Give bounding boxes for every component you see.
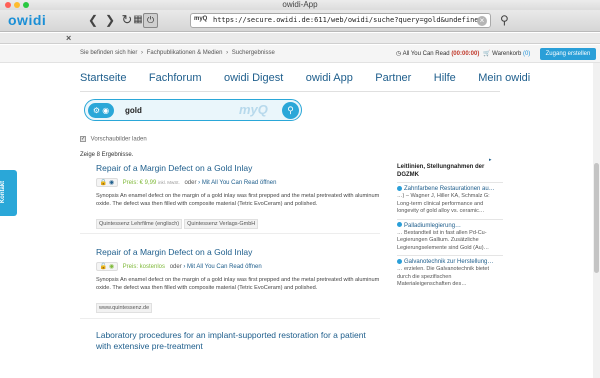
preview-checkbox[interactable]: ✓ <box>80 136 86 142</box>
or-text: oder <box>184 180 197 187</box>
preview-label: Vorschaubilder laden <box>90 136 147 143</box>
result-count: Zeige 8 Ergebnisse. <box>80 152 134 158</box>
contact-tab[interactable]: Kontakt <box>0 170 17 216</box>
panel-arrow-icon[interactable]: ▸ <box>489 157 492 163</box>
search-result: Repair of a Margin Defect on a Gold Inla… <box>96 163 381 230</box>
url-bar[interactable]: myQ https://secure.owidi.de:611/web/owid… <box>190 13 491 28</box>
breadcrumb-item: Sie befinden sich hier <box>80 50 138 56</box>
nav-item-owidi-app[interactable]: owidi App <box>306 72 353 84</box>
result-price: Preis: kostenlos <box>122 264 166 271</box>
result-title-link[interactable]: Laboratory procedures for an implant-sup… <box>96 330 381 352</box>
forward-icon[interactable]: ❯ <box>103 13 117 27</box>
open-with-ycr-link[interactable]: › Mit All You Can Read öffnen <box>198 180 276 186</box>
url-text[interactable]: https://secure.owidi.de:611/web/owidi/su… <box>213 16 483 24</box>
create-account-button[interactable]: Zugang erstellen <box>540 48 596 60</box>
clear-url-icon[interactable]: × <box>477 16 487 26</box>
guideline-title[interactable]: Palladiumlegierung… <box>404 223 461 229</box>
breadcrumb: Sie befinden sich hier › Fachpublikation… <box>80 50 275 56</box>
guideline-title[interactable]: Zahnfarbene Restaurationen au… <box>404 186 495 192</box>
breadcrumb-item[interactable]: Fachpublikationen & Medien <box>147 50 223 56</box>
search-settings-icon[interactable]: ⚙ ◉ <box>88 103 114 118</box>
nav-item-fachforum[interactable]: Fachforum <box>149 72 202 84</box>
cart-link[interactable]: 🛒 Warenkorb (0) <box>483 50 530 57</box>
nav-item-hilfe[interactable]: Hilfe <box>434 72 456 84</box>
bullet-icon <box>397 185 402 191</box>
guideline-item[interactable]: Zahnfarbene Restaurationen au… …) – Wagn… <box>397 182 503 216</box>
result-title-link[interactable]: Repair of a Margin Defect on a Gold Inla… <box>96 247 381 258</box>
tab-strip: × <box>0 33 600 44</box>
bullet-icon <box>397 258 402 264</box>
result-divider <box>80 318 380 319</box>
guideline-item[interactable]: Galvanotechnik zur Herstellung… … erziel… <box>397 255 503 289</box>
search-submit-icon[interactable]: ⚲ <box>282 102 299 119</box>
bullet-icon <box>397 222 402 228</box>
result-tag[interactable]: Quintessenz Lehrfilme (englisch) <box>96 219 183 229</box>
search-box: ⚙ ◉ myQ ⚲ <box>84 99 302 121</box>
nav-item-owidi-digest[interactable]: owidi Digest <box>224 72 283 84</box>
cart-icon: 🛒 <box>483 51 491 57</box>
all-you-can-read-link[interactable]: ◷ All You Can Read (00:00:00) <box>396 50 479 57</box>
result-price: Preis: € 9,99 inkl. MwSt. <box>122 180 180 187</box>
ycr-counter: (00:00:00) <box>451 51 480 57</box>
back-icon[interactable]: ❮ <box>86 13 100 27</box>
result-tags: www.quintessenz.de <box>96 296 381 314</box>
scrollbar-thumb[interactable] <box>594 163 599 273</box>
browser-toolbar: owidi ❮ ❯ ↻ ▦ ⏻ myQ https://secure.owidi… <box>0 10 600 32</box>
window-title: owidi-App <box>282 0 318 9</box>
close-tab-icon[interactable]: × <box>66 33 71 43</box>
clock-icon: ◷ <box>396 51 402 57</box>
search-icon[interactable]: ⚲ <box>500 13 509 27</box>
guideline-title[interactable]: Galvanotechnik zur Herstellung… <box>404 259 493 265</box>
power-icon[interactable]: ⏻ <box>143 13 158 28</box>
nav-item-startseite[interactable]: Startseite <box>80 72 126 84</box>
guideline-snippet: …) – Wagner J, Hiller KA, Schmalz G: Lon… <box>397 193 490 214</box>
owidi-logo[interactable]: owidi <box>8 12 46 28</box>
cart-label: Warenkorb <box>492 51 522 57</box>
search-result: Laboratory procedures for an implant-sup… <box>96 330 381 352</box>
or-text: oder <box>169 264 182 271</box>
guideline-item[interactable]: Palladiumlegierung… … Bestandteil ist in… <box>397 218 503 253</box>
result-abstract: Synopsis An enamel defect on the margin … <box>96 193 380 207</box>
breadcrumb-separator: › <box>141 50 144 56</box>
myq-logo: myQ <box>239 102 268 117</box>
nav-item-mein-owidi[interactable]: Mein owidi <box>478 72 530 84</box>
search-result: Repair of a Margin Defect on a Gold Inla… <box>96 247 381 314</box>
breadcrumb-separator: › <box>226 50 229 56</box>
result-divider <box>80 233 380 234</box>
search-input[interactable] <box>125 104 245 117</box>
close-window-button[interactable] <box>5 2 11 8</box>
page-scrollbar[interactable] <box>593 63 600 378</box>
minimize-window-button[interactable] <box>14 2 20 8</box>
main-nav: Startseite Fachforum owidi Digest owidi … <box>80 68 548 86</box>
result-tag[interactable]: Quintessenz Verlags-GmbH <box>184 219 259 229</box>
contact-tab-label: Kontakt <box>0 180 7 204</box>
guideline-snippet: … erzielen. Die Galvanotechnik bietet du… <box>397 266 490 287</box>
cart-count: (0) <box>522 51 531 57</box>
result-tag[interactable]: www.quintessenz.de <box>96 303 153 313</box>
preview-toggle[interactable]: ✓ Vorschaubilder laden <box>80 136 147 143</box>
related-guidelines-panel: ▸ Leitlinien, Stellungnahmen der DGZMK Z… <box>397 157 503 289</box>
zoom-window-button[interactable] <box>23 2 29 8</box>
guideline-snippet: … Bestandteil ist in fast allen Pd-Cu-Le… <box>397 229 490 251</box>
result-meta: 🔓 ◉ Preis: kostenlos oder › Mit All You … <box>96 262 381 272</box>
result-tags: Quintessenz Lehrfilme (englisch) Quintess… <box>96 212 381 230</box>
window-titlebar: owidi-App <box>0 0 600 10</box>
utility-bar: Sie befinden sich hier › Fachpublikation… <box>0 45 600 63</box>
result-meta: 🔒 ◉ Preis: € 9,99 inkl. MwSt. oder › Mit… <box>96 178 381 188</box>
result-title-link[interactable]: Repair of a Margin Defect on a Gold Inla… <box>96 163 381 174</box>
lock-icon: 🔒 ◉ <box>96 178 118 187</box>
nav-item-partner[interactable]: Partner <box>375 72 411 84</box>
vat-note: inkl. MwSt. <box>158 180 180 186</box>
myq-badge: myQ <box>194 16 208 22</box>
panel-title: Leitlinien, Stellungnahmen der DGZMK <box>397 164 485 178</box>
open-with-ycr-link[interactable]: › Mit All You Can Read öffnen <box>183 264 261 270</box>
nav-divider <box>80 91 500 92</box>
breadcrumb-item: Suchergebnisse <box>231 50 275 56</box>
ycr-label: All You Can Read <box>402 51 450 57</box>
result-abstract: Synopsis An enamel defect on the margin … <box>96 277 380 291</box>
unlock-icon: 🔓 ◉ <box>96 262 118 271</box>
